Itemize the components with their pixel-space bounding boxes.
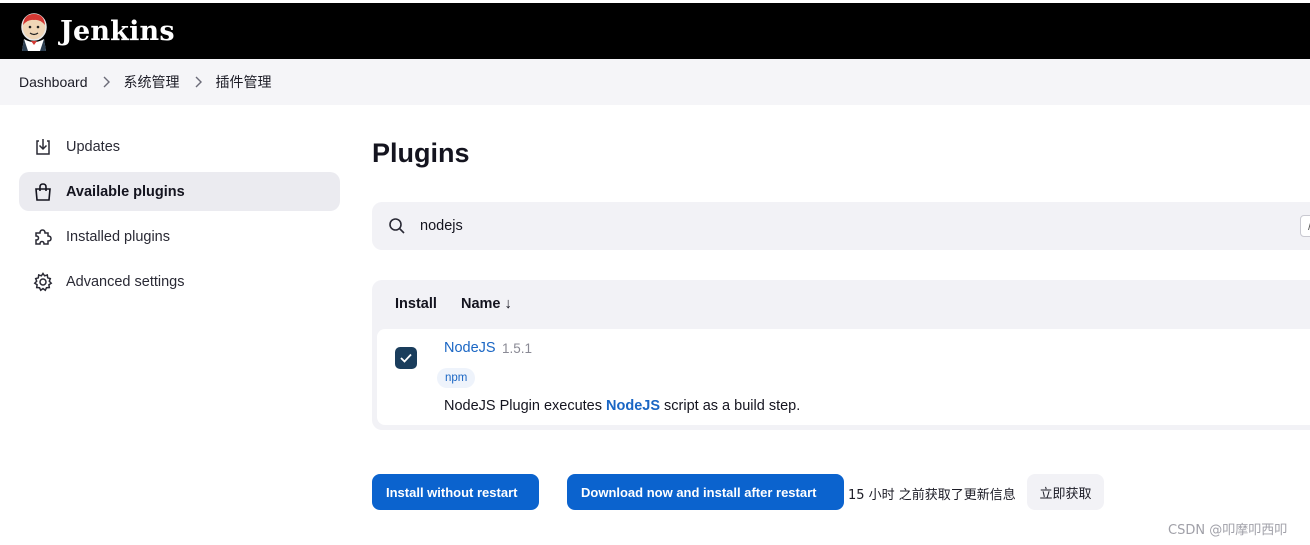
sidebar-item-advanced-settings[interactable]: Advanced settings (19, 262, 340, 301)
breadcrumb-item-dashboard[interactable]: Dashboard (19, 74, 88, 90)
update-info-text: 15 小时 之前获取了更新信息 (848, 488, 1016, 503)
sidebar-item-available-plugins[interactable]: Available plugins (19, 172, 340, 211)
search-input[interactable] (420, 218, 1220, 234)
search-icon (388, 217, 406, 235)
chevron-right-icon (102, 76, 110, 88)
gear-icon (33, 271, 53, 292)
column-header-install[interactable]: Install (395, 280, 437, 328)
description-text: NodeJS Plugin executes (444, 398, 607, 414)
breadcrumb-item-plugin-management[interactable]: 插件管理 (216, 72, 272, 92)
sidebar-item-label: Updates (66, 138, 121, 155)
top-bar: Jenkins (0, 3, 1310, 59)
sidebar-item-updates[interactable]: Updates (19, 127, 340, 166)
plugin-tag[interactable]: npm (437, 368, 476, 388)
brand-title[interactable]: Jenkins (60, 16, 175, 47)
watermark: CSDN @叩摩叩西叩 (1168, 523, 1288, 538)
install-without-restart-button[interactable]: Install without restart (372, 474, 539, 510)
sidebar-item-label: Available plugins (66, 183, 185, 200)
install-checkbox[interactable] (395, 347, 417, 369)
page-title: Plugins (372, 138, 470, 168)
breadcrumb: Dashboard 系统管理 插件管理 (0, 59, 1310, 105)
download-install-after-restart-button[interactable]: Download now and install after restart (567, 474, 844, 510)
chevron-right-icon (194, 76, 202, 88)
sidebar-item-installed-plugins[interactable]: Installed plugins (19, 217, 340, 256)
jenkins-logo-icon[interactable] (18, 11, 50, 51)
breadcrumb-item-system-management[interactable]: 系统管理 (124, 72, 180, 92)
plugins-table: Install Name ↓ NodeJS 1.5.1 npm NodeJS P… (372, 280, 1310, 430)
sidebar-item-label: Installed plugins (66, 228, 170, 245)
description-highlight: NodeJS (606, 398, 661, 414)
fetch-now-button[interactable]: 立即获取 (1027, 474, 1104, 510)
plugin-version: 1.5.1 (502, 341, 533, 356)
puzzle-icon (33, 227, 53, 247)
column-header-name[interactable]: Name ↓ (461, 280, 512, 328)
sidebar: Updates Available plugins Installed plug… (19, 127, 340, 307)
checkmark-icon (400, 353, 412, 363)
plugin-description: NodeJS Plugin executes NodeJS script as … (444, 398, 800, 414)
plugin-search-bar[interactable]: / (372, 202, 1310, 250)
table-row: NodeJS 1.5.1 npm NodeJS Plugin executes … (377, 329, 1310, 425)
description-text-end: script as a build step. (660, 398, 801, 414)
plugin-name-link[interactable]: NodeJS (444, 340, 496, 356)
sidebar-item-label: Advanced settings (66, 273, 185, 290)
shopping-bag-icon (33, 182, 53, 202)
download-icon (33, 137, 53, 157)
search-shortcut-hint: / (1300, 215, 1310, 237)
